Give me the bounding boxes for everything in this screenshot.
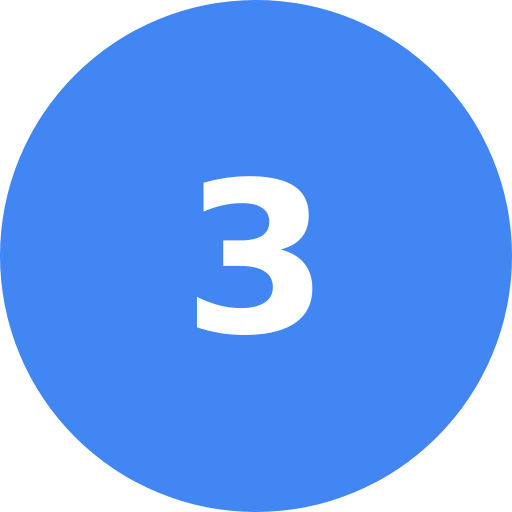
number-badge: 3: [0, 0, 512, 512]
canvas: 3: [0, 0, 512, 512]
badge-number: 3: [182, 137, 330, 382]
